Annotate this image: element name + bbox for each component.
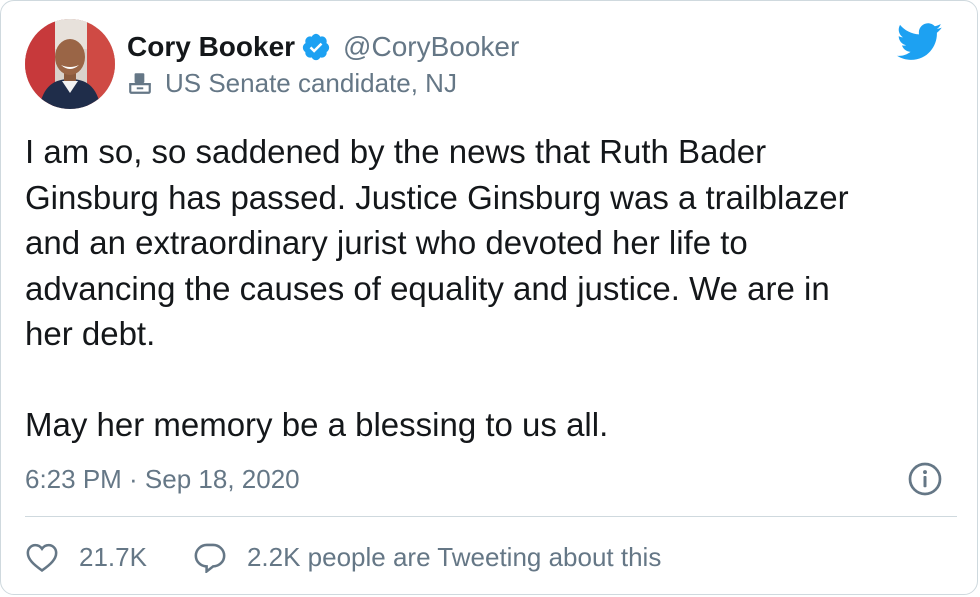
info-icon[interactable] [907, 461, 943, 497]
author-name-row: Cory Booker @CoryBooker [127, 29, 519, 65]
author-label-row: US Senate candidate, NJ [127, 65, 457, 101]
tweet-actions: 21.7K 2.2K people are Tweeting about thi… [25, 537, 661, 577]
author-label: US Senate candidate, NJ [165, 67, 457, 98]
speech-bubble-icon [193, 541, 227, 573]
author-display-name[interactable]: Cory Booker [127, 31, 295, 63]
verified-badge-icon [301, 32, 331, 62]
avatar[interactable] [25, 19, 115, 109]
conversation-button[interactable]: 2.2K people are Tweeting about this [193, 541, 661, 573]
conversation-text: 2.2K people are Tweeting about this [246, 541, 662, 572]
author-handle[interactable]: @CoryBooker [343, 31, 519, 63]
divider [25, 516, 957, 517]
like-count: 21.7K [79, 541, 147, 572]
like-button[interactable]: 21.7K [25, 541, 193, 573]
tweet-card: Cory Booker @CoryBooker US Senate candid… [0, 0, 978, 595]
heart-icon [25, 541, 59, 573]
avatar-image [25, 19, 115, 109]
tweet-timestamp-row: 6:23 PM · Sep 18, 2020 [25, 459, 300, 499]
ballot-box-icon [127, 70, 153, 96]
twitter-bird-icon[interactable] [896, 23, 943, 61]
tweet-text: I am so, so saddened by the news that Ru… [25, 133, 849, 443]
tweet-timestamp[interactable]: 6:23 PM · Sep 18, 2020 [25, 464, 300, 495]
